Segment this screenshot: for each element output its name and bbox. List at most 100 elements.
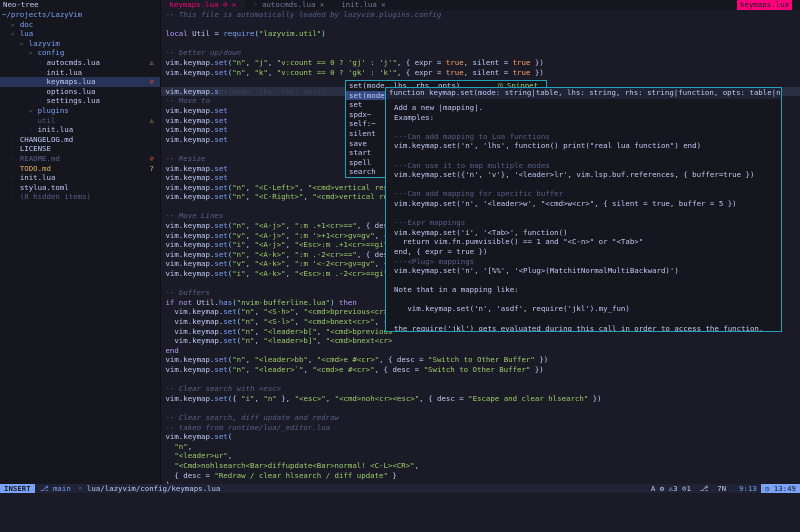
tree-item[interactable]: ~/projects/LazyVim <box>0 10 160 20</box>
code-line[interactable]: vim.keymap.set("n", "j", "v:count == 0 ?… <box>161 58 800 68</box>
code-token: "n" <box>263 393 277 403</box>
code-token: true <box>445 57 464 67</box>
code-line[interactable]: "n", <box>161 442 800 452</box>
tree-item[interactable]: ◦ keymaps.lua ⊘ <box>0 77 160 87</box>
tree-item[interactable]: ◦ autocmds.lua ⚠ <box>0 58 160 68</box>
code-token: , <box>285 259 295 269</box>
code-token: true <box>512 57 531 67</box>
doc-line <box>394 151 777 161</box>
code-line[interactable]: vim.keymap.set("n", "<leader>`", "<cmd>e… <box>161 365 800 375</box>
file-explorer: Neo-tree ~/projects/LazyVim ▸ doc ▸ lua … <box>0 0 161 484</box>
doc-line: end, { expr = true }) <box>394 246 488 256</box>
code-token: vim.keymap. <box>165 86 215 96</box>
code-token: , <box>227 451 233 461</box>
tree-item[interactable]: ◦ init.lua <box>0 68 160 78</box>
doc-line: ---Expr mappings <box>394 218 466 228</box>
tree-item[interactable]: ▸ lazyvim <box>0 39 160 49</box>
buffer-tab[interactable]: keymaps.lua ⊘ ✕ <box>161 0 245 10</box>
code-token: { <box>232 393 242 403</box>
code-token: vim.keymap. <box>165 355 215 365</box>
code-line[interactable]: "<Cmd>nohlsearch<Bar>diffupdate<Bar>norm… <box>161 461 800 471</box>
tree-item[interactable]: ◦ options.lua <box>0 87 160 97</box>
tree-item[interactable]: ◦ stylua.toml <box>0 183 160 193</box>
tree-item[interactable]: ◦ init.lua <box>0 125 160 135</box>
code-line[interactable] <box>161 403 800 413</box>
tree-item[interactable]: ◦ (8 hidden items) <box>0 192 160 202</box>
code-token: } <box>387 470 397 480</box>
code-line[interactable] <box>161 39 800 49</box>
code-token: "<cmd>e #<cr>" <box>312 364 375 374</box>
tree-item[interactable]: ◦ README.md ⊘ <box>0 154 160 164</box>
line-gutter <box>161 375 165 384</box>
code-token: "<leader>b[" <box>263 326 317 336</box>
tree-item[interactable]: ◦ util ⚠ <box>0 116 160 126</box>
tree-item[interactable]: ◦ TODO.md? <box>0 164 160 174</box>
code-line[interactable]: vim.keymap.set("n", "k", "v:count == 0 ?… <box>161 68 800 78</box>
code-token: "i" <box>232 269 246 279</box>
doc-line: ---<Plug> mappings <box>394 256 475 266</box>
code-line[interactable]: -- Clear search, diff update and redraw <box>161 413 800 423</box>
code-line[interactable] <box>161 375 800 385</box>
code-line[interactable]: local Util = require("lazyvim.util") <box>161 29 800 39</box>
tree-item[interactable]: ◦ LICENSE <box>0 144 160 154</box>
code-line[interactable]: -- This file is automatically loaded by … <box>161 10 800 20</box>
code-line[interactable]: -- taken from runtime/lua/_editor.lua <box>161 423 800 433</box>
tree-indent: ◦ <box>2 96 47 106</box>
status-info: A ⚙ ⚠3 ⊘1 ⎇ 7N <box>650 484 736 493</box>
completion-label: spdx~ <box>349 109 372 119</box>
tree-indent: ◦ <box>2 67 47 77</box>
code-token: "n" <box>232 249 246 259</box>
tree-item[interactable]: ◦ settings.lua <box>0 96 160 106</box>
code-token: "v:count == 0 ? 'gj' : 'j'" <box>276 57 397 67</box>
code-line[interactable]: vim.keymap.set("n", "<leader>bb", "<cmd>… <box>161 355 800 365</box>
line-gutter <box>161 77 165 86</box>
line-gutter <box>161 144 165 153</box>
doc-line: vim.keymap.set('n', '<leader>w', "<cmd>w… <box>394 198 737 208</box>
doc-line: vim.keymap.set('n', 'asdf', require('jkl… <box>394 304 630 314</box>
code-token: "<cmd>bprevious<cr>" <box>303 307 393 317</box>
tree-item-label: init.lua <box>46 67 83 77</box>
code-line[interactable]: "<leader>ur", <box>161 451 800 461</box>
tree-item[interactable]: ▸ plugins <box>0 106 160 116</box>
code-token: "v:count == 0 ? 'gk' : 'k'" <box>276 67 397 77</box>
code-token: "<leader>`" <box>254 364 304 374</box>
cursor-position: 9:13 <box>739 484 757 493</box>
code-token: , { des <box>356 221 388 231</box>
code-token: }) <box>530 67 544 77</box>
tree-item[interactable]: ▸ lua <box>0 29 160 39</box>
code-token: set <box>214 173 228 183</box>
tree-item[interactable]: ▸ config <box>0 48 160 58</box>
diagnostic-icon: ⊘ <box>149 77 154 87</box>
tree-indent: ◦ <box>2 86 47 96</box>
code-token: Util = <box>187 29 224 39</box>
code-token: , <box>285 221 295 231</box>
code-token: , <box>316 326 326 336</box>
code-token: "<cmd>vertical re <box>312 192 388 202</box>
code-token: , <box>187 441 193 451</box>
tree-item-label: (8 hidden items) <box>19 192 92 202</box>
code-token: "<Cmd>nohlsearch<Bar>diffupdate<Bar>norm… <box>165 460 415 470</box>
code-token: set <box>214 115 228 125</box>
tree-item[interactable]: ▸ doc <box>0 20 160 30</box>
code-line[interactable]: vim.keymap.set( <box>161 432 800 442</box>
tree-item[interactable]: ◦ CHANGELOG.md <box>0 135 160 145</box>
code-token: "i" <box>241 393 255 403</box>
doc-line: vim.keymap.set('n', 'lhs', function() pr… <box>394 141 702 151</box>
code-line[interactable]: end <box>161 346 800 356</box>
code-line[interactable]: vim.keymap.set({ "i", "n" }, "<esc>", "<… <box>161 394 800 404</box>
code-line[interactable]: -- better up/down <box>161 48 800 58</box>
code-token: set <box>223 336 237 346</box>
code-token: vim.keymap. <box>165 105 215 115</box>
code-token: , { desc = <box>419 393 469 403</box>
code-line[interactable]: { desc = "Redraw / clear hlsearch / diff… <box>161 471 800 481</box>
buffer-tab[interactable]: init.lua ✕ <box>333 0 394 10</box>
buffer-tab[interactable]: ◦ autocmds.lua ✕ <box>245 0 333 10</box>
code-token: , silent = <box>463 57 513 67</box>
doc-line <box>394 276 777 286</box>
code-line[interactable]: vim.keymap.set("n", "<leader>b]", "<cmd>… <box>161 336 800 346</box>
tree-item[interactable]: ◦ init.lua <box>0 173 160 183</box>
code-line[interactable] <box>161 20 800 30</box>
code-line[interactable]: -- Clear search with <esc> <box>161 384 800 394</box>
code-token: set <box>214 134 228 144</box>
code-token: -- better up/down <box>165 48 242 58</box>
